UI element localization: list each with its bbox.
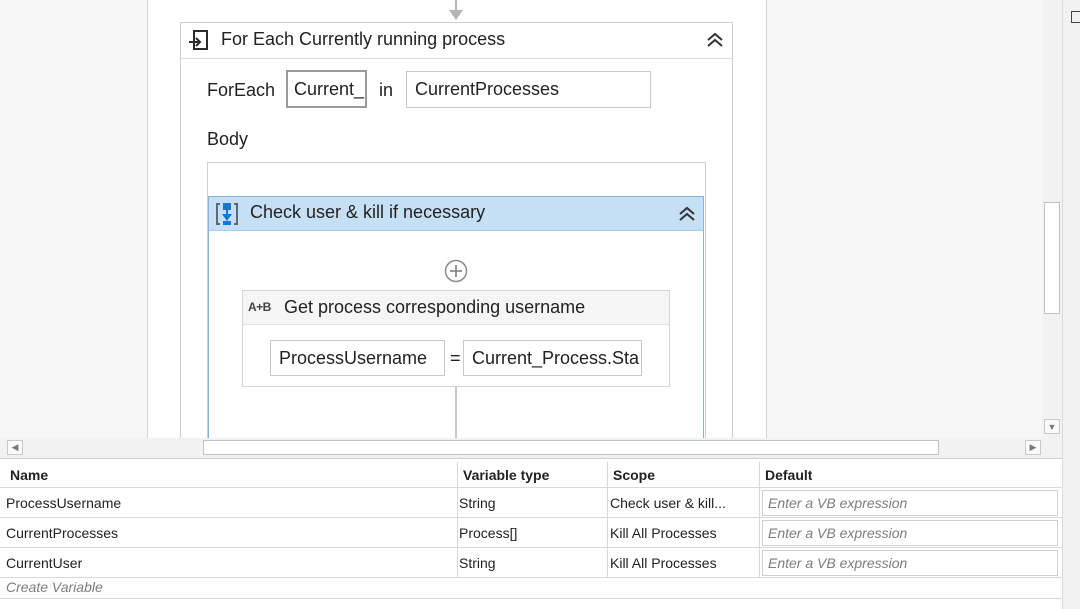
assign-operator: =: [450, 348, 461, 368]
default-value-input[interactable]: Enter a VB expression: [762, 550, 1058, 576]
variable-name[interactable]: ProcessUsername: [6, 493, 121, 513]
in-label: in: [379, 80, 394, 100]
variable-type[interactable]: String: [459, 553, 496, 573]
flow-connector: [455, 387, 457, 438]
variable-scope[interactable]: Kill All Processes: [610, 553, 756, 573]
grid-line: [0, 577, 1062, 578]
panel-tab-icon[interactable]: [1071, 11, 1080, 23]
variable-type[interactable]: Process[]: [459, 523, 517, 543]
grid-line: [0, 598, 1062, 599]
collection-input[interactable]: CurrentProcesses: [406, 71, 651, 108]
plus-circle-icon[interactable]: [443, 258, 469, 284]
foreach-loop-icon: [189, 30, 208, 50]
assign-to-input[interactable]: ProcessUsername: [270, 340, 445, 376]
create-variable-button[interactable]: Create Variable: [6, 579, 103, 595]
column-header-scope[interactable]: Scope: [613, 466, 655, 484]
column-divider: [759, 462, 760, 577]
column-header-default[interactable]: Default: [765, 466, 812, 484]
variable-scope[interactable]: Kill All Processes: [610, 523, 756, 543]
variable-name[interactable]: CurrentProcesses: [6, 523, 118, 543]
scroll-right-icon[interactable]: ▶: [1025, 440, 1041, 455]
flow-arrow-icon: [449, 0, 463, 20]
item-variable-input[interactable]: Current_: [286, 70, 367, 108]
double-chevron-up-icon[interactable]: [706, 31, 724, 49]
foreach-title: For Each Currently running process: [221, 29, 506, 49]
foreach-label: ForEach: [207, 80, 276, 100]
sequence-title: Check user & kill if necessary: [250, 202, 486, 222]
assign-title: Get process corresponding username: [284, 297, 586, 317]
double-chevron-up-icon[interactable]: [678, 205, 696, 223]
body-label: Body: [207, 129, 249, 149]
assign-value-input[interactable]: Current_Process.Sta: [463, 340, 642, 376]
scroll-down-icon[interactable]: ▼: [1044, 419, 1060, 434]
column-header-variable-type[interactable]: Variable type: [463, 466, 549, 484]
column-header-name[interactable]: Name: [10, 466, 48, 484]
variable-scope[interactable]: Check user & kill...: [610, 493, 756, 513]
variable-name[interactable]: CurrentUser: [6, 553, 82, 573]
column-divider: [457, 462, 458, 577]
assign-icon: A+B: [248, 300, 271, 314]
column-divider: [607, 462, 608, 577]
sequence-icon: [216, 203, 238, 225]
grid-line: [0, 487, 1062, 488]
grid-line: [0, 547, 1062, 548]
default-value-input[interactable]: Enter a VB expression: [762, 520, 1058, 546]
horizontal-scroll-thumb[interactable]: [203, 440, 939, 455]
scroll-left-icon[interactable]: ◀: [7, 440, 23, 455]
right-side-panel-strip: [1062, 0, 1080, 609]
grid-line: [0, 517, 1062, 518]
vertical-scroll-thumb[interactable]: [1044, 202, 1060, 314]
variable-type[interactable]: String: [459, 493, 496, 513]
default-value-input[interactable]: Enter a VB expression: [762, 490, 1058, 516]
